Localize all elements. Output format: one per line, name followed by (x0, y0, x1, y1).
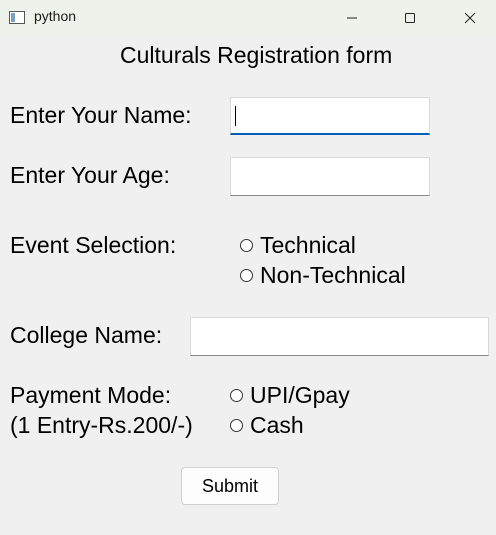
close-button[interactable] (447, 0, 493, 35)
radio-technical-label: Technical (260, 232, 356, 258)
radio-upi-gpay-label: UPI/Gpay (250, 382, 350, 408)
radio-non-technical[interactable]: Non-Technical (240, 262, 406, 289)
payment-mode-label: Payment Mode: (10, 382, 172, 408)
radio-circle-icon (240, 239, 253, 252)
radio-non-technical-label: Non-Technical (260, 262, 406, 288)
name-label: Enter Your Name: (10, 102, 192, 128)
age-label: Enter Your Age: (10, 162, 170, 188)
title-bar[interactable]: python (0, 0, 496, 35)
radio-circle-icon (230, 419, 243, 432)
minimize-button[interactable] (329, 0, 375, 35)
payment-fee-label: (1 Entry-Rs.200/-) (10, 412, 193, 438)
radio-upi-gpay[interactable]: UPI/Gpay (230, 382, 350, 409)
text-caret (235, 106, 236, 126)
radio-circle-icon (230, 389, 243, 402)
radio-cash[interactable]: Cash (230, 412, 304, 439)
close-icon (464, 12, 476, 23)
event-selection-label: Event Selection: (10, 232, 177, 258)
maximize-button[interactable] (387, 0, 433, 35)
radio-technical[interactable]: Technical (240, 232, 356, 259)
radio-cash-label: Cash (250, 412, 304, 438)
name-input[interactable] (230, 97, 430, 135)
window-title: python (34, 8, 77, 24)
app-window: python Culturals Registration form Enter… (0, 0, 496, 535)
submit-button[interactable]: Submit (181, 467, 279, 505)
minimize-icon (347, 17, 357, 18)
python-app-icon (9, 11, 25, 24)
college-input[interactable] (190, 317, 489, 356)
radio-circle-icon (240, 269, 253, 282)
college-label: College Name: (10, 322, 163, 348)
form-title: Culturals Registration form (120, 42, 393, 68)
maximize-icon (405, 12, 415, 23)
age-input[interactable] (230, 157, 430, 196)
